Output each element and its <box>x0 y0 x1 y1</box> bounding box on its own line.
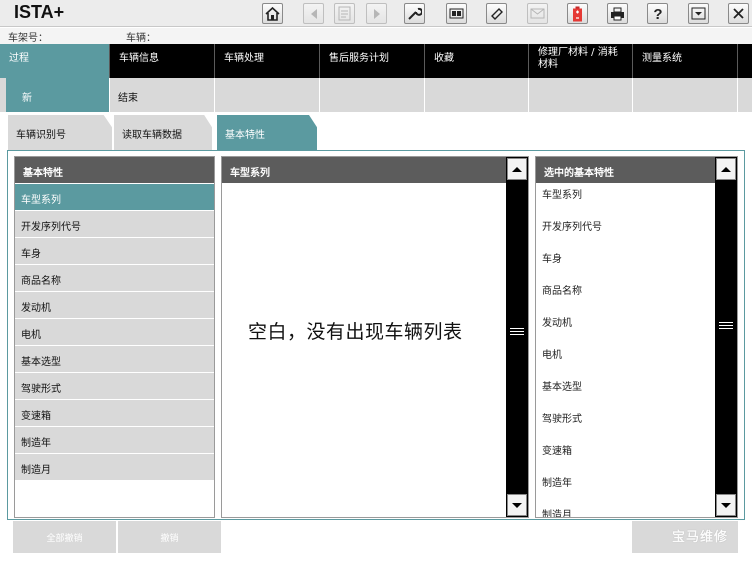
subnav-new[interactable]: 新 <box>6 78 110 112</box>
selected-item-drive-type[interactable]: 驾驶形式 <box>536 407 737 439</box>
tab-read-vehicle-data[interactable]: 读取车辆数据 <box>114 115 212 150</box>
empty-list-annotation: 空白，没有出现车辆列表 <box>248 321 463 343</box>
middle-scrollbar[interactable] <box>506 157 528 517</box>
undo-button[interactable]: 撤销 <box>118 521 221 553</box>
nav-favorites[interactable]: 收藏 <box>425 44 529 78</box>
sub-navigation: 新 结束 <box>0 78 752 112</box>
eraser-button[interactable] <box>486 3 507 24</box>
selected-item-body[interactable]: 车身 <box>536 247 737 279</box>
selected-item-build-month[interactable]: 制造月 <box>536 503 737 517</box>
subnav-empty-5 <box>633 78 738 112</box>
watermark: 宝马维修 <box>672 530 729 545</box>
basic-features-list: 基本特性 车型系列 开发序列代号 车身 商品名称 发动机 电机 基本选型 驾驶形… <box>14 156 215 518</box>
list-item-body[interactable]: 车身 <box>15 238 214 264</box>
tab-vin[interactable]: 车辆识别号 <box>8 115 112 150</box>
selected-item-basic-option[interactable]: 基本选型 <box>536 375 737 407</box>
vin-label: 车架号： <box>8 33 48 44</box>
help-icon: ? <box>653 6 662 21</box>
svg-text:?: ? <box>653 6 662 21</box>
vehicle-info-row: 车架号： 车辆： <box>0 28 752 44</box>
forward-arrow-icon <box>373 8 380 19</box>
mail-icon <box>530 8 545 19</box>
list-item-trade-name[interactable]: 商品名称 <box>15 265 214 291</box>
nav-measuring-system[interactable]: 测量系统 <box>633 44 738 78</box>
vehicle-interface-button[interactable] <box>446 3 467 24</box>
list-item-basic-option[interactable]: 基本选型 <box>15 346 214 372</box>
mail-button[interactable] <box>527 3 548 24</box>
left-panel-header: 基本特性 <box>15 157 214 183</box>
home-icon <box>265 6 280 21</box>
vehicle-label: 车辆： <box>126 33 156 44</box>
list-item-build-year[interactable]: 制造年 <box>15 427 214 453</box>
forward-button[interactable] <box>366 3 387 24</box>
tab-basic-features[interactable]: 基本特性 <box>217 115 317 150</box>
app-title: ISTA+ <box>14 2 65 22</box>
arrow-up-icon <box>512 166 522 172</box>
cancel-all-button[interactable]: 全部撤销 <box>13 521 116 553</box>
ista-window: ISTA+ ? 车架号： 车辆： 过程 车辆信息 车辆处理 售后服务计划 收藏 … <box>0 0 752 563</box>
minimize-icon <box>691 7 706 20</box>
nav-service-plan[interactable]: 售后服务计划 <box>320 44 425 78</box>
selected-item-model-series[interactable]: 车型系列 <box>536 183 737 215</box>
tab-row: 车辆识别号 读取车辆数据 基本特性 <box>0 113 752 150</box>
scroll-grip-icon[interactable] <box>510 328 524 339</box>
battery-icon <box>573 6 582 21</box>
subnav-empty-3 <box>425 78 529 112</box>
scroll-down-button[interactable] <box>716 494 736 516</box>
arrow-up-icon <box>721 166 731 172</box>
scroll-grip-icon[interactable] <box>719 322 733 333</box>
help-button[interactable]: ? <box>647 3 668 24</box>
print-icon <box>611 7 624 20</box>
eraser-icon <box>491 8 503 20</box>
subnav-end[interactable]: 结束 <box>110 78 215 112</box>
vehicle-interface-icon <box>449 8 464 19</box>
list-item-dev-code[interactable]: 开发序列代号 <box>15 211 214 237</box>
nav-vehicle-management[interactable]: 车辆处理 <box>215 44 320 78</box>
minimize-button[interactable] <box>688 3 709 24</box>
model-series-panel: 车型系列 空白，没有出现车辆列表 <box>221 156 529 518</box>
list-item-gearbox[interactable]: 变速箱 <box>15 400 214 426</box>
selected-features-panel: 选中的基本特性 车型系列 开发序列代号 车身 商品名称 发动机 电机 基本选型 … <box>535 156 738 518</box>
list-item-engine[interactable]: 发动机 <box>15 292 214 318</box>
list-item-build-month[interactable]: 制造月 <box>15 454 214 480</box>
selected-item-motor[interactable]: 电机 <box>536 343 737 375</box>
scroll-up-button[interactable] <box>507 158 527 180</box>
back-button[interactable] <box>303 3 324 24</box>
nav-workshop-materials[interactable]: 修理厂材料 / 消耗材料 <box>529 44 633 78</box>
close-icon <box>733 8 744 19</box>
selected-item-engine[interactable]: 发动机 <box>536 311 737 343</box>
wrench-icon <box>408 7 422 20</box>
subnav-empty-2 <box>320 78 425 112</box>
arrow-down-icon <box>721 502 731 508</box>
scroll-down-button[interactable] <box>507 494 527 516</box>
title-bar: ISTA+ ? <box>0 0 752 27</box>
back-arrow-icon <box>310 8 317 19</box>
service-button[interactable] <box>404 3 425 24</box>
battery-button[interactable] <box>567 3 588 24</box>
main-navigation: 过程 车辆信息 车辆处理 售后服务计划 收藏 修理厂材料 / 消耗材料 测量系统 <box>0 44 752 78</box>
subnav-empty-4 <box>529 78 633 112</box>
right-panel-header: 选中的基本特性 <box>536 157 715 183</box>
home-button[interactable] <box>262 3 283 24</box>
close-button[interactable] <box>728 3 749 24</box>
list-item-model-series[interactable]: 车型系列 <box>15 184 214 210</box>
selected-item-build-year[interactable]: 制造年 <box>536 471 737 503</box>
document-icon <box>338 6 351 21</box>
document-button[interactable] <box>334 3 355 24</box>
selected-item-dev-code[interactable]: 开发序列代号 <box>536 215 737 247</box>
list-item-drive-type[interactable]: 驾驶形式 <box>15 373 214 399</box>
nav-process[interactable]: 过程 <box>0 44 110 78</box>
selected-item-trade-name[interactable]: 商品名称 <box>536 279 737 311</box>
middle-panel-header: 车型系列 <box>222 157 506 183</box>
right-scrollbar[interactable] <box>715 157 737 517</box>
nav-vehicle-info[interactable]: 车辆信息 <box>110 44 215 78</box>
print-button[interactable] <box>607 3 628 24</box>
subnav-empty-1 <box>215 78 320 112</box>
scroll-up-button[interactable] <box>716 158 736 180</box>
list-item-motor[interactable]: 电机 <box>15 319 214 345</box>
selected-item-gearbox[interactable]: 变速箱 <box>536 439 737 471</box>
arrow-down-icon <box>512 502 522 508</box>
